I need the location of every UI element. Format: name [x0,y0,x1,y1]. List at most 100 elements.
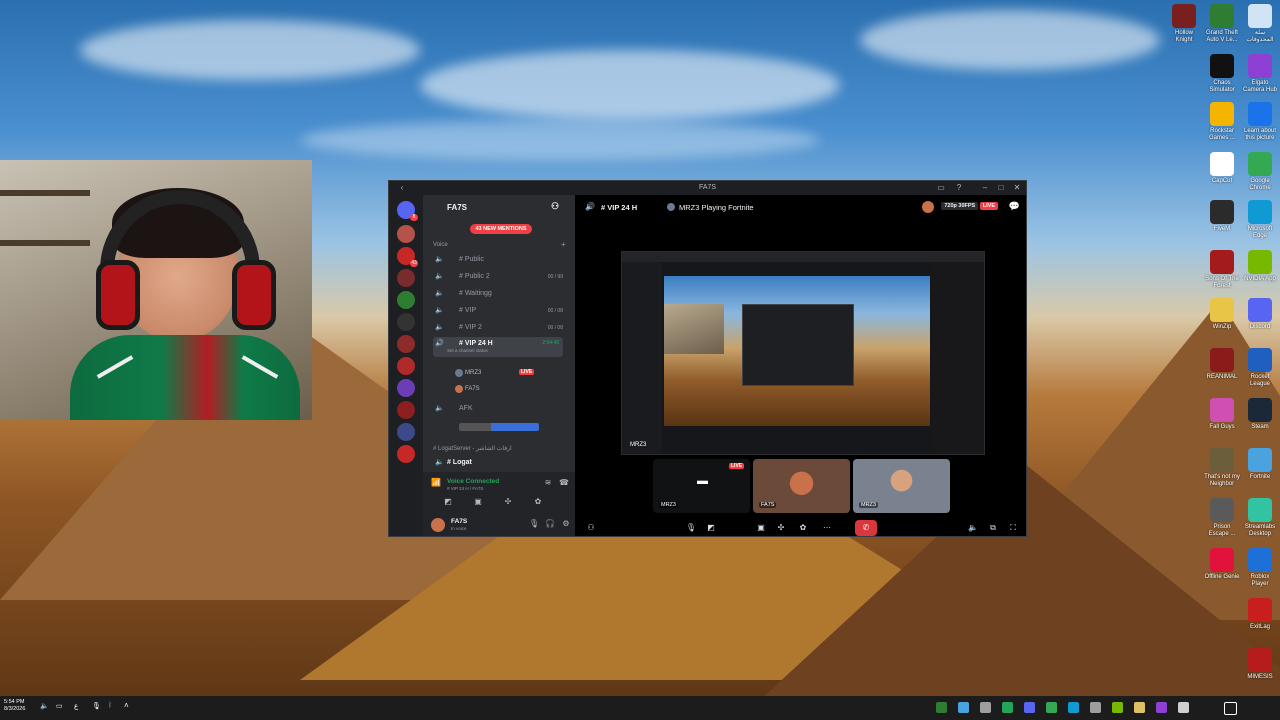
voice-category[interactable]: Voice [433,242,448,248]
set-channel-status[interactable]: Set a channel status [447,348,488,353]
logat-category[interactable]: # LogatServer - ارقات الشاشر [433,445,512,452]
soundboard-icon[interactable]: ✿ [797,522,809,534]
tile-mrz3-stream[interactable]: ▬ LIVE MRZ3 [653,459,750,513]
server-icon[interactable] [397,357,415,375]
desktop-icon[interactable]: Fortnite [1242,448,1278,481]
desktop-icon[interactable]: Rocket League [1242,348,1278,388]
edge-icon[interactable] [1068,702,1079,713]
desktop-icon[interactable]: FiveM [1204,200,1240,233]
voice-connected-label[interactable]: Voice Connected [447,478,499,485]
channel-afk[interactable]: 🔈 AFK [433,402,563,416]
settings-gear-icon[interactable]: ⚙ [561,519,571,529]
desktop-icon[interactable]: Discord [1242,298,1278,331]
desktop-icon[interactable]: REANIMAL [1204,348,1240,381]
desktop-icon[interactable]: That's not my Neighbor [1204,448,1240,488]
popout-icon[interactable]: ⧉ [987,522,999,534]
discord-icon[interactable] [1024,702,1035,713]
server-header[interactable]: FA7S ⚇ [423,195,575,219]
desktop-icon[interactable]: ExitLag [1242,598,1278,631]
bluetooth-icon[interactable]: ᛒ [108,702,112,709]
more-options-icon[interactable]: ⋯ [821,522,833,534]
tile-fa7s[interactable]: FA7S [753,459,850,513]
desktop-icon[interactable]: MIMESIS [1242,648,1278,681]
noise-suppression-icon[interactable]: ≋ [543,478,553,488]
desktop-icon[interactable]: Rockstar Games ... [1204,102,1240,142]
desktop-icon[interactable]: Sons Of The Forest [1204,250,1240,290]
desktop-icon[interactable]: Streamlabs Desktop [1242,498,1278,538]
user-name[interactable]: FA7S [451,518,467,525]
microphone-icon[interactable]: 🎙 [529,519,539,529]
arrow-app-icon[interactable] [958,702,969,713]
desktop-icon[interactable]: Google Chrome [1242,152,1278,192]
desktop-icon[interactable]: CapCut [1204,152,1240,185]
camera-off-icon[interactable]: ◩ [705,522,717,534]
server-icon[interactable] [397,335,415,353]
gear-app-icon[interactable] [980,702,991,713]
speaker-icon[interactable]: 🔈 [40,702,49,710]
server-icon[interactable] [397,313,415,331]
activities-icon[interactable]: ✣ [503,497,513,507]
chrome-icon[interactable] [1046,702,1057,713]
fullscreen-icon[interactable]: ⛶ [1007,522,1019,534]
microphone-icon[interactable]: 🎙 [92,702,101,710]
user-avatar[interactable] [431,518,445,532]
desktop-icon[interactable]: سلة المحذوفات [1242,4,1278,44]
minimize-icon[interactable]: – [980,183,990,193]
desktop-icon[interactable]: Steam [1242,398,1278,431]
channel-public-2[interactable]: 🔈 # Public 2 00 / 99 [433,270,563,284]
server-icon[interactable] [397,225,415,243]
add-member-icon[interactable]: ⚇ [551,201,559,212]
signal-icon[interactable]: 📶 [431,478,441,487]
server-icon[interactable] [397,445,415,463]
start-windows-icon[interactable] [1224,702,1237,715]
voice-member-mrz3[interactable]: MRZ3 LIVE [455,369,535,377]
volume-icon[interactable]: 🔈 [967,522,979,534]
camera-off-icon[interactable]: ◩ [443,497,453,507]
channel-logat[interactable]: 🔈 # Logat [433,456,563,470]
desktop-icon[interactable]: Chaos Simulator [1204,54,1240,94]
discord-home-icon[interactable]: 8 [397,201,418,221]
desktop-icon[interactable]: Microsoft Edge [1242,200,1278,240]
channel-public[interactable]: 🔈 # Public [433,253,563,267]
desktop-icon[interactable]: WinZip [1204,298,1240,331]
app-icon[interactable] [1156,702,1167,713]
whatsapp-icon[interactable] [1002,702,1013,713]
desktop-icon[interactable]: Offline Genie [1204,548,1240,581]
desktop-icon[interactable]: Prison Escape ... [1204,498,1240,538]
server-icon[interactable] [397,379,415,397]
desktop-icon[interactable]: Learn about this picture [1242,102,1278,142]
voice-member-fa7s[interactable]: FA7S [455,385,480,393]
tile-mrz3[interactable]: MRZ3 [853,459,950,513]
stream-view[interactable]: MRZ3 [621,251,985,455]
desktop-icon[interactable]: Elgato Camera Hub [1242,54,1278,94]
desktop-icon[interactable]: Fall Guys [1204,398,1240,431]
microphone-icon[interactable]: 🎙 [685,522,697,534]
help-icon[interactable]: ? [954,183,964,193]
channel-vip-24h[interactable]: 🔊 # VIP 24 H 2:54:48 Set a channel statu… [433,337,563,357]
settings-icon[interactable] [1178,702,1189,713]
new-mentions-pill[interactable]: 43 NEW MENTIONS [470,224,532,234]
invite-icon[interactable]: ⚇ [585,522,597,534]
chevron-up-icon[interactable]: ˄ [124,701,129,710]
channel-vip[interactable]: 🔈 # VIP 00 / 08 [433,304,563,318]
maximize-icon[interactable]: □ [996,183,1006,193]
taskbar-clock[interactable]: 5:54 PM 8/3/2026 [4,699,25,713]
channel-vip-2[interactable]: 🔈 # VIP 2 00 / 08 [433,321,563,335]
discord-window[interactable]: ‹ FA7S ▭ ? – □ ✕ 8 43 FA7S ⚇ 43 NEW MENT… [388,180,1027,537]
server-icon[interactable] [397,269,415,287]
channel-waitingg[interactable]: 🔈 # Waitingg [433,287,563,301]
desktop-icon[interactable]: Hollow Knight [1166,4,1202,44]
network-icon[interactable]: ▭ [56,702,63,710]
server-icon[interactable] [397,291,415,309]
sync-app-icon[interactable] [936,702,947,713]
screen-share-icon[interactable]: ▣ [473,497,483,507]
server-icon[interactable]: 43 [397,247,418,267]
nvidia-icon[interactable] [1112,702,1123,713]
soundboard-icon[interactable]: ✿ [533,497,543,507]
window-app-icon[interactable] [1090,702,1101,713]
server-icon[interactable] [397,401,415,419]
inbox-icon[interactable]: ▭ [936,183,946,193]
window-titlebar[interactable]: ‹ FA7S ▭ ? – □ ✕ [389,181,1026,195]
leave-call-button[interactable]: ✆ [855,520,877,536]
screen-share-icon[interactable]: ▣ [755,522,767,534]
